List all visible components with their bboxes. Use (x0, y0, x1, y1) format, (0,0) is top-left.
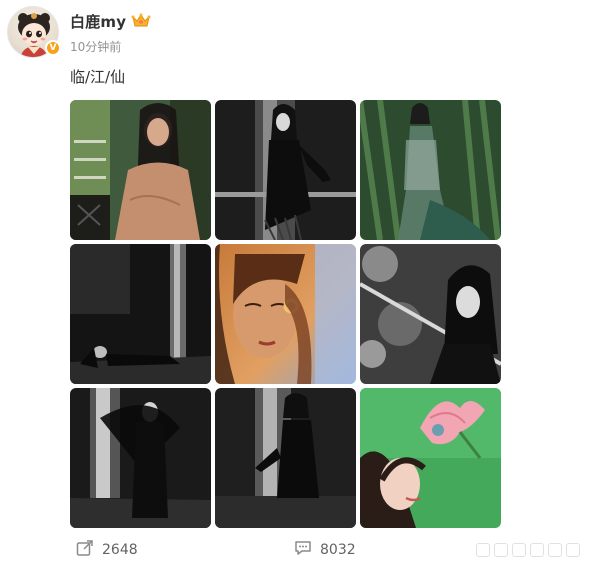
photo-thumbnail-8[interactable] (215, 388, 356, 528)
photo-thumbnail-1[interactable] (70, 100, 211, 240)
repost-count: 2648 (102, 542, 138, 558)
verified-v-icon: V (45, 40, 61, 56)
comment-bubble-icon (294, 539, 312, 561)
comment-count: 8032 (320, 542, 356, 558)
watermark-glyph (566, 543, 580, 557)
post-text: 临/江/仙 (70, 68, 126, 86)
photo-thumbnail-3[interactable] (360, 100, 501, 240)
share-arrow-icon (76, 539, 94, 561)
weibo-post: V 白鹿my 10分钟前 临/江/仙 2648 8032 (0, 0, 590, 574)
photo-thumbnail-2[interactable] (215, 100, 356, 240)
photo-thumbnail-9[interactable] (360, 388, 501, 528)
watermark (456, 540, 580, 560)
author-name[interactable]: 白鹿my (70, 11, 126, 32)
photo-thumbnail-5[interactable] (215, 244, 356, 384)
repost-button[interactable]: 2648 (76, 540, 138, 560)
author-avatar[interactable]: V (7, 6, 61, 58)
post-timestamp[interactable]: 10分钟前 (70, 38, 121, 55)
image-grid (70, 100, 501, 530)
photo-thumbnail-6[interactable] (360, 244, 501, 384)
comment-button[interactable]: 8032 (294, 540, 356, 560)
watermark-glyph (494, 543, 508, 557)
watermark-glyph (530, 543, 544, 557)
photo-thumbnail-7[interactable] (70, 388, 211, 528)
crown-badge-icon[interactable] (131, 12, 151, 28)
photo-thumbnail-4[interactable] (70, 244, 211, 384)
watermark-glyph (476, 543, 490, 557)
watermark-glyph (512, 543, 526, 557)
watermark-glyph (548, 543, 562, 557)
